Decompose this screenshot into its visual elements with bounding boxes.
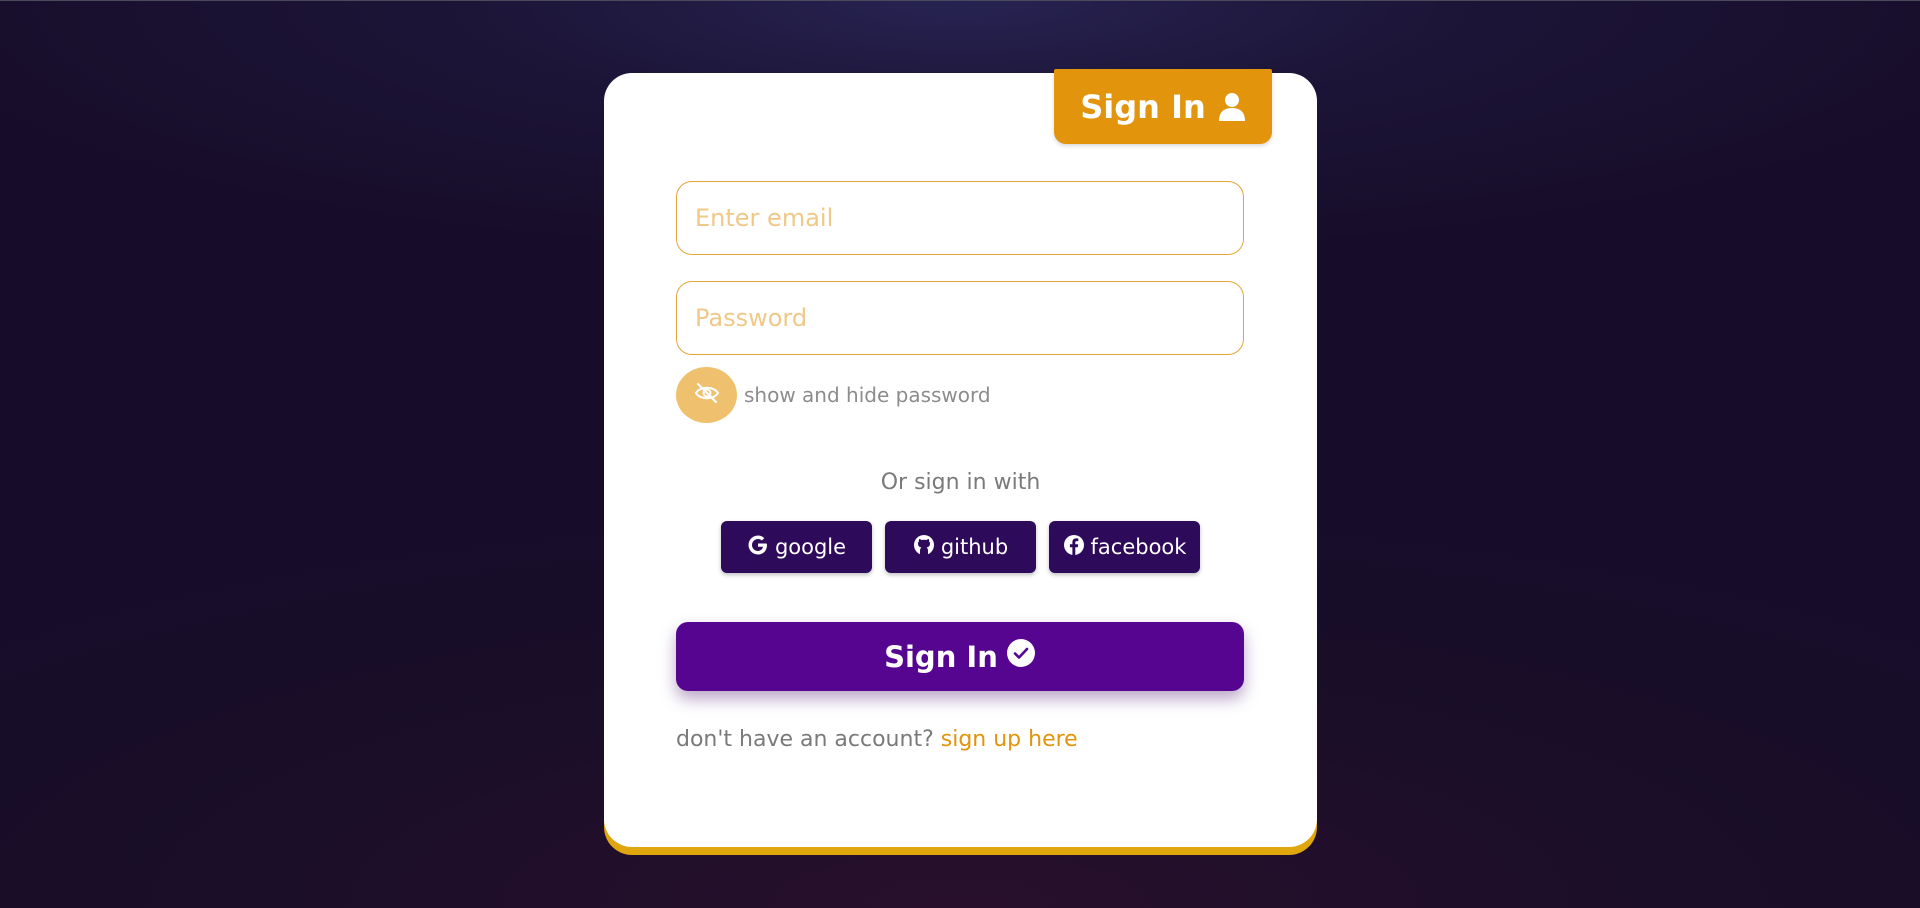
email-input[interactable] — [676, 181, 1244, 255]
google-button[interactable]: google — [721, 521, 872, 573]
signup-prompt-text: don't have an account? — [676, 727, 934, 752]
signup-link[interactable]: sign up here — [941, 727, 1078, 752]
password-visibility-row: show and hide password — [676, 367, 991, 423]
check-circle-icon — [1006, 638, 1036, 675]
eye-slash-icon — [694, 382, 720, 408]
github-button[interactable]: github — [885, 521, 1036, 573]
signup-prompt: don't have an account? sign up here — [676, 727, 1078, 752]
header-title: Sign In — [1080, 87, 1206, 126]
top-border-line — [0, 0, 1920, 1]
signin-header-tab: Sign In — [1054, 69, 1272, 144]
github-button-label: github — [940, 535, 1009, 559]
social-heading: Or sign in with — [880, 470, 1041, 495]
signin-submit-button[interactable]: Sign In — [676, 622, 1244, 691]
google-button-label: google — [774, 535, 847, 559]
user-icon — [1218, 92, 1246, 122]
social-buttons: google github facebook — [721, 521, 1200, 573]
github-icon — [913, 534, 935, 561]
signin-submit-label: Sign In — [884, 639, 998, 674]
facebook-button-label: facebook — [1090, 535, 1187, 559]
password-toggle-button[interactable] — [676, 367, 737, 423]
password-input[interactable] — [676, 281, 1244, 355]
facebook-button[interactable]: facebook — [1049, 521, 1200, 573]
password-toggle-label: show and hide password — [744, 383, 991, 407]
google-icon — [747, 534, 769, 561]
facebook-icon — [1063, 534, 1085, 561]
